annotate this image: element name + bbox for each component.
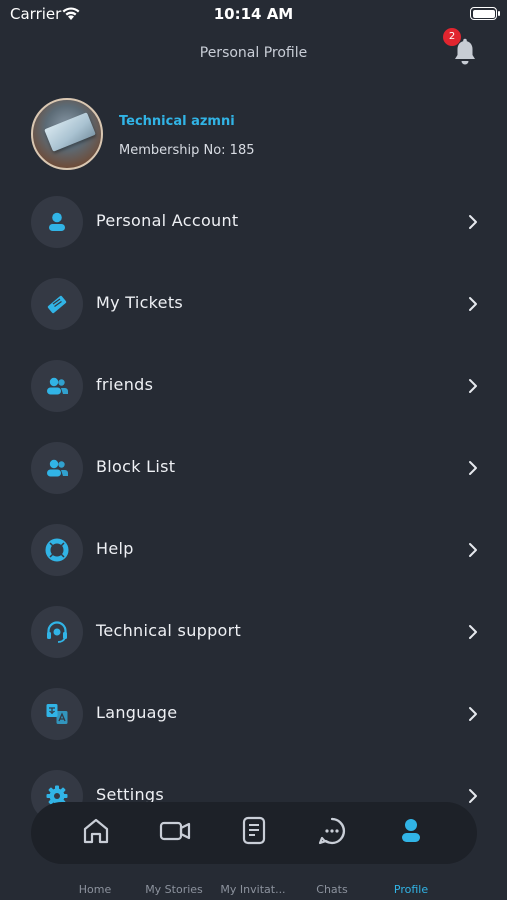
menu-label: Technical support [96, 621, 242, 640]
menu-item-language[interactable]: Language [31, 688, 486, 740]
bottom-nav [31, 802, 477, 864]
menu-label: My Tickets [96, 293, 184, 312]
video-icon[interactable] [158, 814, 192, 848]
profile-icon[interactable] [394, 814, 428, 848]
status-bar: Carrier 10:14 AM [0, 0, 507, 30]
avatar[interactable] [31, 98, 103, 170]
chevron-right-icon [469, 707, 477, 721]
chevron-right-icon [469, 215, 477, 229]
menu-item-technical-support[interactable]: Technical support [31, 606, 486, 658]
menu-item-help[interactable]: Help [31, 524, 486, 576]
user-icon [49, 212, 65, 231]
menu-item-my-tickets[interactable]: My Tickets [31, 278, 486, 330]
battery-icon [470, 7, 500, 20]
membership-number: Membership No: 185 [119, 143, 255, 158]
chevron-right-icon [469, 297, 477, 311]
menu-label: friends [96, 375, 154, 394]
profile-name: Technical azmni [119, 114, 235, 129]
status-time: 10:14 AM [213, 5, 294, 23]
nav-label-my-invitations[interactable]: My Invitat... [208, 883, 298, 896]
menu-item-personal-account[interactable]: Personal Account [31, 196, 486, 248]
lifebuoy-icon [45, 538, 69, 562]
nav-label-chats[interactable]: Chats [287, 883, 377, 896]
nav-label-home[interactable]: Home [50, 883, 140, 896]
friends-icon [47, 377, 68, 395]
page-title: Personal Profile [199, 45, 308, 61]
nav-label-profile[interactable]: Profile [366, 883, 456, 896]
chevron-right-icon [469, 461, 477, 475]
block-list-icon [47, 459, 68, 477]
menu-label: Block List [96, 457, 176, 476]
menu-label: Personal Account [96, 211, 239, 230]
menu-item-friends[interactable]: friends [31, 360, 486, 412]
profile-card[interactable]: Technical azmni Membership No: 185 [31, 98, 476, 174]
chevron-right-icon [469, 625, 477, 639]
menu-label: Language [96, 703, 178, 722]
chevron-right-icon [469, 543, 477, 557]
menu-item-block-list[interactable]: Block List [31, 442, 486, 494]
tickets-icon [47, 295, 67, 314]
notification-badge: 2 [443, 28, 461, 46]
document-icon[interactable] [237, 814, 271, 848]
chevron-right-icon [469, 379, 477, 393]
menu-label: Help [96, 539, 134, 558]
translate-icon [46, 704, 68, 724]
chat-icon[interactable] [315, 814, 349, 848]
home-icon[interactable] [79, 814, 113, 848]
headset-icon [47, 621, 67, 643]
chevron-right-icon [469, 789, 477, 803]
nav-label-my-stories[interactable]: My Stories [129, 883, 219, 896]
